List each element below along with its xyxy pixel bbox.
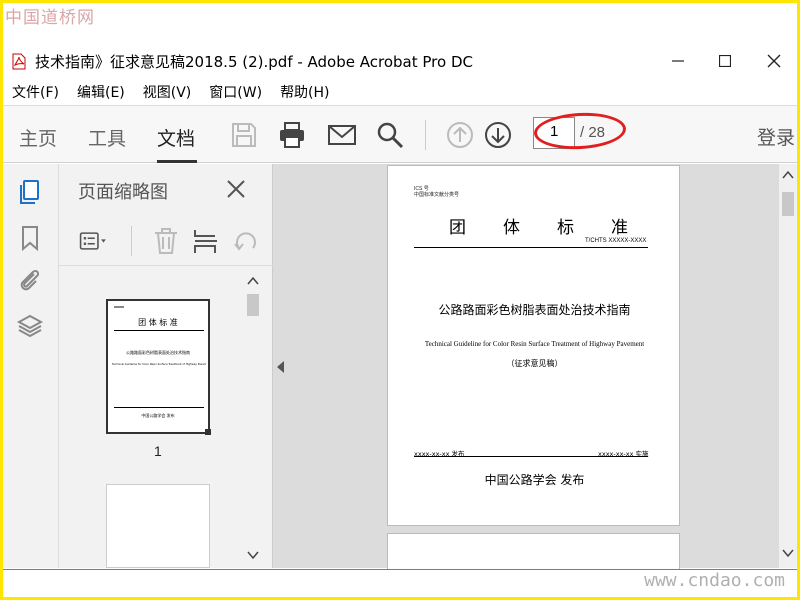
maximize-button[interactable] bbox=[702, 47, 748, 75]
print-icon[interactable] bbox=[277, 120, 307, 150]
close-icon bbox=[767, 54, 781, 68]
watermark-bottom: www.cndao.com bbox=[644, 570, 785, 591]
thumb-header-line bbox=[114, 306, 124, 308]
doc-heading-char: 标 bbox=[557, 218, 575, 238]
login-link[interactable]: 登录 bbox=[757, 123, 795, 150]
menu-bar: 文件(F) 编辑(E) 视图(V) 窗口(W) 帮助(H) bbox=[3, 80, 797, 104]
watermark-top: 中国道桥网 bbox=[5, 8, 95, 28]
document-scrollbar[interactable] bbox=[779, 164, 797, 568]
minimize-button[interactable] bbox=[655, 47, 701, 75]
thumb-en-title: Technical Guideline for Color Resin Surf… bbox=[112, 363, 206, 366]
page-total: / 28 bbox=[580, 124, 606, 141]
thumbnail-tools bbox=[59, 214, 273, 266]
thumbnail-page-label: 1 bbox=[154, 443, 162, 459]
thumb-heading: 团 体 标 准 bbox=[138, 318, 178, 327]
doc-catalog: 中国标准文献分类号 bbox=[414, 192, 460, 198]
doc-heading-char: 团 bbox=[449, 218, 467, 238]
maximize-icon bbox=[719, 55, 731, 67]
page-number-input[interactable]: 1 bbox=[533, 117, 575, 149]
search-icon[interactable] bbox=[375, 120, 405, 150]
doc-rule-bottom bbox=[414, 456, 648, 457]
tab-document[interactable]: 文档 bbox=[157, 124, 195, 151]
thumb-resize-handle[interactable] bbox=[205, 429, 211, 435]
close-window-button[interactable] bbox=[751, 47, 797, 75]
pdf-file-icon bbox=[12, 53, 26, 70]
save-icon[interactable] bbox=[229, 120, 259, 150]
page-thumbnails-icon[interactable] bbox=[16, 178, 44, 206]
menu-window[interactable]: 窗口(W) bbox=[200, 80, 271, 104]
menu-help[interactable]: 帮助(H) bbox=[271, 80, 338, 104]
title-bar: 技术指南》征求意见稿2018.5 (2).pdf - Adobe Acrobat… bbox=[3, 43, 797, 79]
collapse-panel-arrow-icon[interactable] bbox=[277, 361, 284, 373]
bookmark-icon[interactable] bbox=[16, 224, 44, 252]
doc-heading-char: 准 bbox=[611, 218, 629, 238]
doc-heading: 团 体 标 准 bbox=[449, 213, 629, 238]
document-page-1: ICS 号 中国标准文献分类号 团 体 标 准 T/CHTS XXXXX-XXX… bbox=[387, 165, 680, 526]
doc-en-title: Technical Guideline for Color Resin Surf… bbox=[424, 340, 645, 348]
thumb-rule-bottom bbox=[114, 407, 204, 408]
thumbnail-scrollbar[interactable] bbox=[245, 272, 261, 566]
tab-tools[interactable]: 工具 bbox=[88, 124, 126, 151]
layers-icon[interactable] bbox=[16, 312, 44, 340]
thumb-publisher: 中国公路学会 发布 bbox=[141, 413, 175, 418]
thumbnails-panel: 页面缩略图 团 体 标 准 公路路面彩色树脂表面处治技术指南 Technical… bbox=[59, 164, 273, 568]
doc-publisher: 中国公路学会 发布 bbox=[484, 473, 585, 487]
doc-cn-title: 公路路面彩色树脂表面处治技术指南 bbox=[438, 303, 631, 317]
menu-edit[interactable]: 编辑(E) bbox=[68, 80, 134, 104]
document-page-2 bbox=[387, 533, 680, 573]
doc-standard-code: T/CHTS XXXXX-XXXX bbox=[585, 238, 647, 244]
rotate-icon[interactable] bbox=[231, 226, 261, 256]
doc-heading-char: 体 bbox=[503, 218, 521, 238]
thumb-rule bbox=[114, 330, 204, 331]
window-title: 技术指南》征求意见稿2018.5 (2).pdf - Adobe Acrobat… bbox=[35, 53, 473, 71]
left-navigation-rail bbox=[3, 164, 59, 568]
panel-title: 页面缩略图 bbox=[78, 182, 168, 203]
delete-page-icon[interactable] bbox=[151, 226, 181, 256]
close-panel-icon[interactable] bbox=[225, 178, 247, 200]
page-thumbnail-2[interactable] bbox=[106, 484, 210, 568]
extract-page-icon[interactable] bbox=[191, 226, 221, 256]
menu-view[interactable]: 视图(V) bbox=[134, 80, 201, 104]
main-toolbar: 主页 工具 文档 bbox=[3, 105, 797, 163]
active-tab-indicator bbox=[157, 160, 197, 163]
options-menu-icon[interactable] bbox=[79, 226, 109, 256]
minimize-icon bbox=[672, 60, 684, 62]
page-down-icon[interactable] bbox=[483, 120, 513, 150]
email-icon[interactable] bbox=[327, 120, 357, 150]
page-up-icon[interactable] bbox=[445, 120, 475, 150]
menu-file[interactable]: 文件(F) bbox=[3, 80, 68, 104]
doc-draft-label: （征求意见稿） bbox=[506, 359, 563, 368]
toolbar-separator bbox=[425, 120, 426, 150]
tools-separator bbox=[131, 226, 132, 256]
thumb-cn-title: 公路路面彩色树脂表面处治技术指南 bbox=[126, 350, 190, 355]
tab-home[interactable]: 主页 bbox=[19, 124, 57, 151]
screenshot-frame: 中国道桥网 技术指南》征求意见稿2018.5 (2).pdf - Adobe A… bbox=[0, 0, 800, 600]
doc-rule-top bbox=[414, 247, 648, 248]
page-thumbnail-1[interactable]: 团 体 标 准 公路路面彩色树脂表面处治技术指南 Technical Guide… bbox=[106, 299, 211, 435]
attachment-icon[interactable] bbox=[16, 266, 44, 294]
